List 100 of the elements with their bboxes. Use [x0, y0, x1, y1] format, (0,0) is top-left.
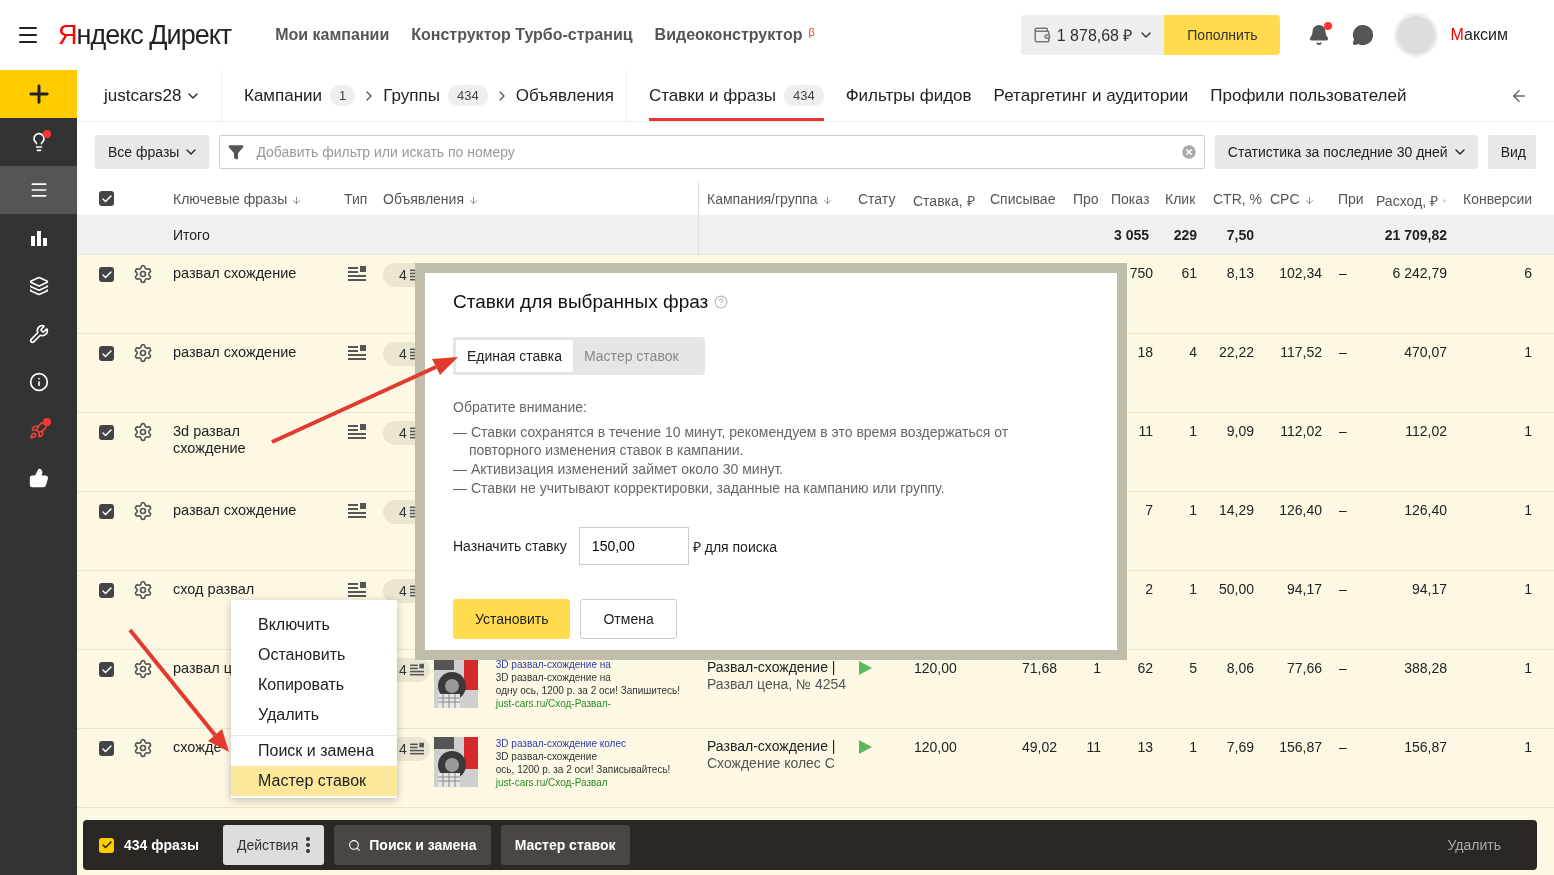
account-switcher[interactable]: justcars28 — [77, 70, 222, 121]
period-select[interactable]: Статистика за последние 30 дней — [1214, 135, 1478, 169]
gear-icon[interactable] — [133, 264, 153, 284]
sort-arrow-icon[interactable] — [291, 195, 303, 206]
check-icon — [100, 663, 113, 676]
checkbox[interactable] — [99, 346, 114, 361]
text-lines-icon — [409, 662, 424, 678]
column-header[interactable]: Ставка, ₽ — [913, 191, 975, 210]
delete-button[interactable]: Удалить — [1441, 836, 1507, 854]
checkbox[interactable] — [99, 425, 114, 440]
menu-item[interactable]: Удалить — [231, 700, 397, 730]
table-cell: 1 — [1524, 423, 1532, 439]
create-button[interactable] — [0, 70, 77, 118]
column-header[interactable]: CPC — [1270, 191, 1300, 207]
actions-button[interactable]: Действия — [222, 825, 325, 865]
bell-icon[interactable] — [1308, 24, 1331, 46]
breadcrumb[interactable]: Кампании 1 — [244, 85, 356, 106]
table-cell: 126,40 — [1279, 502, 1322, 518]
search-icon — [348, 838, 362, 852]
table-cell: 7,50 — [1226, 227, 1254, 243]
column-header[interactable]: Про — [1073, 191, 1099, 207]
note-text: — Ставки не учитывают корректировки, заданные на кампанию или группу. — [453, 479, 946, 497]
checkbox[interactable] — [99, 583, 114, 598]
gear-icon[interactable] — [133, 422, 153, 442]
column-header[interactable]: Клик — [1165, 191, 1196, 207]
top-up-button[interactable]: Пополнить — [1164, 15, 1281, 55]
table-cell: – — [1339, 660, 1347, 676]
tab[interactable]: Профили пользователей — [1210, 70, 1407, 121]
ad-text: 3D развал-схождение на — [495, 671, 612, 684]
nav-link[interactable]: Видеоконструктор $^{β}$ — [654, 26, 815, 44]
bid-input[interactable]: 150,00 — [578, 527, 689, 565]
breadcrumb[interactable]: Группы 434 — [383, 85, 488, 106]
checkbox[interactable] — [99, 741, 114, 756]
column-header[interactable]: CTR, % — [1213, 191, 1262, 207]
column-header[interactable]: При — [1338, 191, 1364, 207]
tab[interactable]: Единая ставка — [456, 340, 573, 372]
gear-icon[interactable] — [133, 738, 153, 758]
menu-item[interactable]: Включить — [231, 610, 397, 640]
phrase-filter[interactable]: Все фразы — [95, 135, 210, 169]
nav-link[interactable]: Конструктор Турбо-страниц — [411, 26, 633, 44]
table-cell: 13 — [1137, 739, 1153, 755]
checkbox[interactable] — [99, 191, 114, 206]
tab[interactable]: Ретаргетинг и аудитории — [993, 70, 1189, 121]
checkbox[interactable] — [99, 504, 114, 519]
table-cell: – — [1339, 502, 1347, 518]
sort-arrow-icon[interactable] — [468, 195, 479, 206]
wrench-icon — [28, 324, 49, 344]
gear-icon[interactable] — [133, 501, 153, 521]
column-header[interactable]: Тип — [344, 191, 368, 207]
ad-text: ось, 1200 р. за 2 оси! Записывайтесь! — [495, 763, 671, 776]
chat-icon[interactable] — [1352, 24, 1375, 46]
column-header[interactable]: Списывае — [990, 191, 1056, 207]
layers-icon — [28, 276, 49, 296]
bar-button[interactable]: Мастер ставок — [500, 825, 630, 865]
gear-icon[interactable] — [133, 659, 153, 679]
search-bar[interactable]: Добавить фильтр или искать по номеру — [219, 135, 1205, 169]
sort-arrow-icon[interactable] — [821, 195, 833, 206]
ad-title[interactable]: 3D развал-схождение на — [495, 658, 680, 671]
check-icon — [100, 347, 113, 360]
note-text: — Ставки сохранятся в течение 10 минут, рекомендуем в это время воздержаться от повторного изменения ставок в кампании. — [453, 423, 1010, 459]
apply-button[interactable]: Установить — [453, 599, 571, 639]
campaign-name: Развал цена, № 4254 — [707, 676, 847, 693]
breadcrumb[interactable]: Объявления — [515, 85, 615, 106]
column-header[interactable]: Стату — [858, 191, 896, 207]
ad-title[interactable]: 3D развал-схождение колес — [495, 737, 671, 750]
table-cell: 1 — [1189, 502, 1197, 518]
table-cell: 1 — [1093, 660, 1101, 676]
funnel-icon — [228, 144, 245, 160]
table-cell: 1 — [1524, 502, 1532, 518]
checkbox[interactable] — [99, 662, 114, 677]
checkbox[interactable] — [99, 837, 114, 853]
gear-icon[interactable] — [133, 580, 153, 600]
user-name[interactable]: Максим — [1450, 26, 1508, 44]
gear-icon[interactable] — [133, 343, 153, 363]
tab[interactable]: Ставки и фразы 434 — [649, 70, 824, 121]
balance[interactable]: 1 878,68 ₽ — [1020, 15, 1165, 55]
table-cell: 229 — [1173, 227, 1197, 243]
table-cell: – — [1339, 423, 1347, 439]
column-header[interactable]: Показ — [1111, 191, 1150, 207]
column-header[interactable]: Ключевые фразы — [173, 191, 288, 207]
sort-arrow-icon[interactable] — [1303, 195, 1315, 206]
thumbs-up-icon — [28, 468, 49, 488]
table-cell: – — [1339, 344, 1347, 360]
cancel-button[interactable]: Отмена — [580, 599, 677, 639]
view-button[interactable]: Вид — [1487, 135, 1536, 169]
checkbox[interactable] — [99, 267, 114, 282]
ad-url: just-cars.ru/Сход-Развал — [495, 776, 609, 789]
table-cell: 470,07 — [1404, 344, 1447, 360]
column-header[interactable]: Расход, ₽ — [1376, 191, 1438, 210]
menu-item[interactable]: Мастер ставок — [231, 766, 397, 796]
nav-link[interactable]: Мои кампании — [275, 26, 390, 44]
search-field[interactable]: Добавить фильтр или искать по номеру — [254, 143, 1170, 161]
check-icon — [100, 268, 113, 281]
tab[interactable]: Фильтры фидов — [845, 70, 972, 121]
bar-button[interactable]: Поиск и замена — [334, 825, 491, 865]
column-header[interactable]: Объявления — [383, 191, 464, 207]
table-cell: 102,34 — [1279, 265, 1322, 281]
column-header[interactable]: Кампания/группа — [707, 191, 818, 207]
column-header[interactable]: Конверсии — [1463, 191, 1533, 207]
table-cell: 126,40 — [1404, 502, 1447, 518]
